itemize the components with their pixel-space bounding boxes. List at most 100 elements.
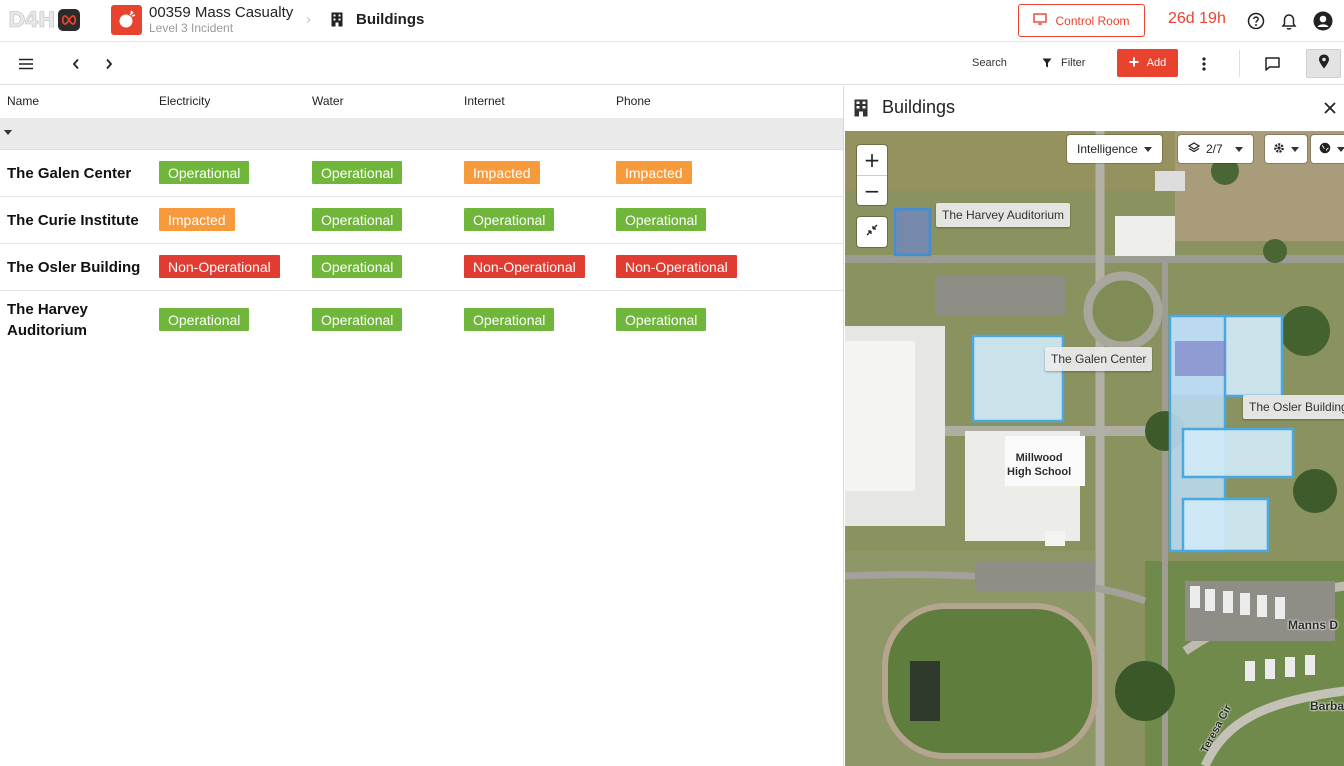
map-label-harvey[interactable]: The Harvey Auditorium bbox=[936, 203, 1071, 227]
comment-icon[interactable] bbox=[1261, 53, 1283, 75]
page-title: Buildings bbox=[356, 11, 425, 28]
caret-down-icon bbox=[1234, 146, 1243, 152]
monitor-icon bbox=[1033, 13, 1048, 28]
status-badge: Impacted bbox=[616, 161, 692, 184]
fit-icon bbox=[866, 223, 878, 241]
table-row[interactable]: The Harvey Auditorium Operational Operat… bbox=[0, 291, 843, 350]
building-name[interactable]: The Galen Center bbox=[7, 163, 131, 184]
building-name[interactable]: The Curie Institute bbox=[7, 210, 139, 231]
school-label-line1: Millwood bbox=[1015, 452, 1063, 464]
status-badge: Impacted bbox=[159, 208, 235, 231]
breadcrumb-separator-icon: › bbox=[306, 11, 311, 28]
building-name-line1: The Harvey bbox=[7, 301, 88, 318]
control-room-label: Control Room bbox=[1055, 13, 1130, 28]
map-label-osler[interactable]: The Osler Building bbox=[1243, 395, 1344, 419]
chevron-left-icon[interactable] bbox=[65, 53, 87, 75]
logo-text: D4H bbox=[8, 8, 56, 33]
panel-title: Buildings bbox=[882, 97, 956, 117]
basemap-dropdown[interactable] bbox=[1311, 135, 1344, 163]
school-label-line2: High School bbox=[1007, 466, 1072, 478]
search-button[interactable]: Search bbox=[972, 57, 1007, 69]
layer-select-dropdown[interactable]: Intelligence bbox=[1067, 135, 1162, 163]
group-row[interactable] bbox=[0, 118, 843, 150]
map-toggle-button[interactable] bbox=[1306, 49, 1341, 78]
layers-dropdown[interactable]: 2/7 bbox=[1178, 135, 1253, 163]
layers-icon bbox=[1187, 141, 1201, 157]
status-badge: Operational bbox=[312, 208, 403, 231]
control-room-button[interactable]: Control Room bbox=[1018, 4, 1145, 37]
table-header: Name Electricity Water Internet Phone bbox=[0, 86, 843, 118]
status-badge: Operational bbox=[159, 308, 250, 331]
status-badge: Non-Operational bbox=[159, 255, 280, 278]
table-row[interactable]: The Curie Institute Impacted Operational… bbox=[0, 197, 843, 244]
plus-icon bbox=[1129, 57, 1139, 70]
school-label: Millwood High School bbox=[1007, 451, 1071, 479]
column-header-water[interactable]: Water bbox=[312, 94, 344, 108]
column-header-electricity[interactable]: Electricity bbox=[159, 94, 210, 108]
fit-bounds-button[interactable] bbox=[857, 217, 887, 247]
status-badge: Non-Operational bbox=[616, 255, 737, 278]
layers-count: 2/7 bbox=[1206, 142, 1223, 156]
caret-down-icon bbox=[1337, 146, 1344, 152]
filter-button[interactable]: Filter bbox=[1061, 57, 1085, 69]
map-label-galen[interactable]: The Galen Center bbox=[1045, 347, 1153, 371]
panel-header: Buildings bbox=[844, 86, 1344, 131]
app-header: D4H 00359 Mass Casualty Level 3 Incident… bbox=[0, 0, 1344, 42]
building-icon bbox=[854, 99, 868, 122]
chevron-right-icon[interactable] bbox=[98, 53, 120, 75]
status-badge: Operational bbox=[312, 308, 403, 331]
status-badge: Operational bbox=[464, 308, 555, 331]
bell-icon[interactable] bbox=[1279, 11, 1299, 31]
caret-down-icon bbox=[1291, 146, 1299, 152]
status-badge: Operational bbox=[159, 161, 250, 184]
map-panel: Buildings + − Intelligence 2/7 The Harve… bbox=[843, 86, 1344, 766]
zoom-out-button[interactable]: − bbox=[857, 175, 887, 205]
column-header-phone[interactable]: Phone bbox=[616, 94, 651, 108]
column-header-internet[interactable]: Internet bbox=[464, 94, 505, 108]
gear-icon bbox=[1273, 142, 1285, 157]
map-pin-icon bbox=[1318, 54, 1330, 74]
status-badge: Operational bbox=[312, 255, 403, 278]
caret-down-icon bbox=[1143, 146, 1152, 152]
filter-icon[interactable] bbox=[1036, 52, 1058, 74]
menu-icon[interactable] bbox=[15, 53, 37, 75]
add-button-label: Add bbox=[1146, 57, 1167, 69]
incident-timer: 26d 19h bbox=[1168, 10, 1226, 27]
incident-type-icon[interactable] bbox=[111, 5, 142, 35]
building-name[interactable]: The Harvey Auditorium bbox=[7, 299, 88, 341]
incident-title[interactable]: 00359 Mass Casualty bbox=[149, 4, 293, 21]
street-label: Manns D bbox=[1288, 618, 1339, 632]
app-logo[interactable]: D4H bbox=[8, 8, 80, 32]
column-header-name[interactable]: Name bbox=[7, 94, 39, 108]
satellite-map[interactable]: + − Intelligence 2/7 The Harvey Auditori… bbox=[845, 131, 1344, 766]
help-icon[interactable] bbox=[1246, 11, 1266, 31]
street-label: Barba bbox=[1310, 699, 1344, 713]
close-icon[interactable] bbox=[1320, 98, 1340, 118]
zoom-in-button[interactable]: + bbox=[857, 145, 887, 175]
toolbar-divider bbox=[1239, 50, 1240, 77]
zoom-controls: + − bbox=[857, 145, 887, 205]
status-badge: Operational bbox=[616, 308, 707, 331]
status-badge: Impacted bbox=[464, 161, 540, 184]
status-badge: Operational bbox=[464, 208, 555, 231]
incident-subtitle: Level 3 Incident bbox=[149, 21, 234, 35]
add-button[interactable]: Add bbox=[1117, 49, 1178, 77]
user-icon[interactable] bbox=[1313, 11, 1333, 31]
layer-select-label: Intelligence bbox=[1077, 142, 1138, 156]
toolbar: Search Filter Add bbox=[0, 42, 1344, 85]
more-vert-icon[interactable] bbox=[1193, 53, 1215, 75]
building-icon bbox=[331, 12, 343, 32]
logo-infinity-icon bbox=[57, 9, 80, 31]
map-imagery bbox=[845, 131, 1344, 766]
building-name[interactable]: The Osler Building bbox=[7, 257, 140, 278]
buildings-table: Name Electricity Water Internet Phone Th… bbox=[0, 86, 843, 766]
caret-down-icon[interactable] bbox=[4, 130, 12, 135]
globe-icon bbox=[1319, 142, 1331, 157]
status-badge: Operational bbox=[312, 161, 403, 184]
status-badge: Operational bbox=[616, 208, 707, 231]
building-name-line2: Auditorium bbox=[7, 322, 87, 339]
settings-dropdown[interactable] bbox=[1265, 135, 1307, 163]
table-row[interactable]: The Osler Building Non-Operational Opera… bbox=[0, 244, 843, 291]
table-row[interactable]: The Galen Center Operational Operational… bbox=[0, 150, 843, 197]
status-badge: Non-Operational bbox=[464, 255, 585, 278]
